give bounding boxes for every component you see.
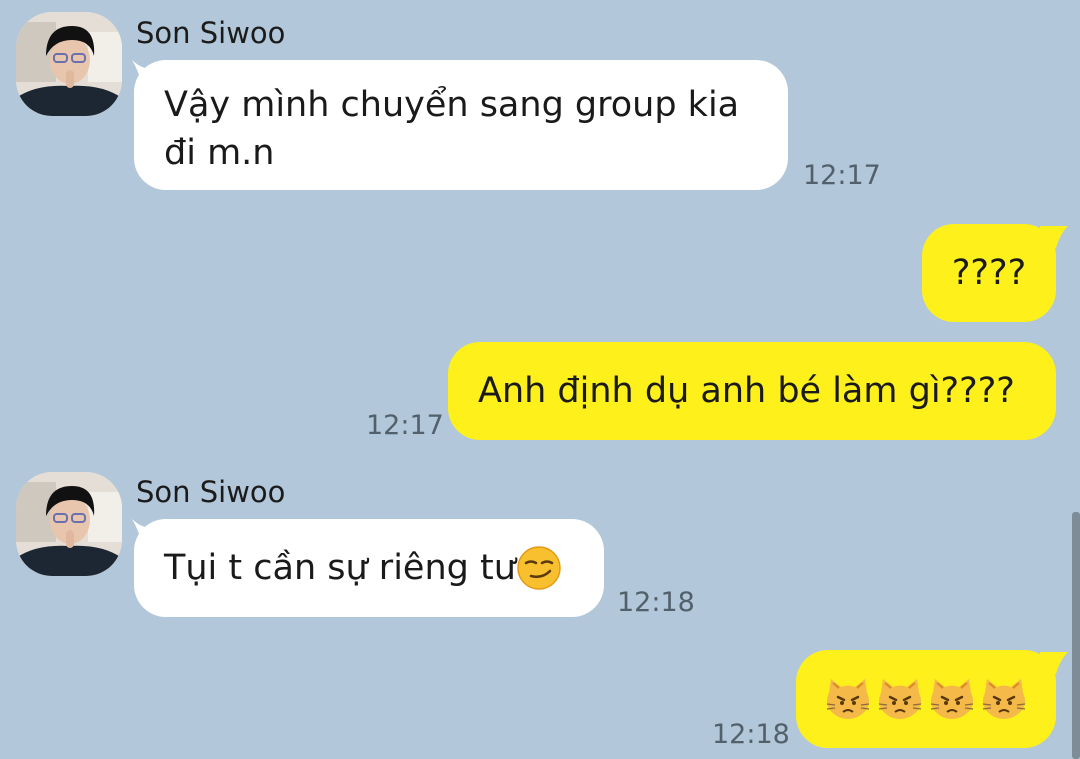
message-bubble[interactable]: Vậy mình chuyển sang group kia đi m.n	[134, 60, 788, 190]
chat-window: Son Siwoo Vậy mình chuyển sang group kia…	[0, 0, 1080, 759]
bubble-tail	[1040, 226, 1068, 248]
message-bubble[interactable]: Anh định dụ anh bé làm gì????	[448, 342, 1056, 440]
message-text: Vậy mình chuyển sang group kia đi m.n	[164, 85, 740, 173]
message-bubble[interactable]: ????	[922, 224, 1056, 322]
pouting-cat-icon	[930, 679, 974, 719]
sender-name: Son Siwoo	[136, 475, 286, 509]
pouting-cat-icon	[878, 679, 922, 719]
message-timestamp: 12:18	[712, 719, 790, 750]
message-timestamp: 12:18	[617, 587, 695, 618]
message-timestamp: 12:17	[366, 410, 444, 441]
message-bubble[interactable]	[796, 650, 1056, 748]
bubble-tail	[1040, 652, 1068, 674]
sender-avatar[interactable]	[16, 12, 122, 116]
sender-name: Son Siwoo	[136, 16, 286, 50]
pouting-cat-icon	[982, 679, 1026, 719]
message-text: Tụi t cần sự riêng tư	[164, 548, 516, 588]
message-text: ????	[951, 253, 1027, 293]
sender-avatar[interactable]	[16, 472, 122, 576]
pouting-cat-icon	[826, 679, 870, 719]
scrollbar[interactable]	[1072, 512, 1080, 759]
message-bubble[interactable]: Tụi t cần sự riêng tư	[134, 519, 604, 617]
smirking-face-icon	[517, 546, 561, 590]
message-timestamp: 12:17	[803, 160, 881, 191]
message-text: Anh định dụ anh bé làm gì????	[478, 371, 1015, 411]
